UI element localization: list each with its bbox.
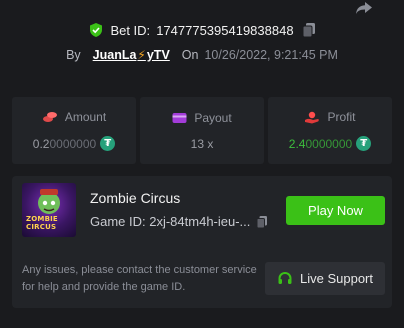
username-part-1: JuanLa — [92, 48, 137, 62]
stat-amount-value: 0.2 — [32, 136, 50, 151]
username-part-2: yTV — [146, 48, 170, 62]
stat-payout-label: Payout — [194, 110, 232, 125]
headset-icon — [278, 271, 292, 284]
live-support-button[interactable]: Live Support — [265, 262, 385, 295]
hand-coin-icon — [305, 111, 320, 123]
bet-details-page: Bet ID: 1747775395419838848 By JuanLa ⚡ … — [0, 0, 404, 328]
share-button[interactable] — [354, 0, 374, 16]
coins-icon — [42, 112, 57, 122]
support-notice: Any issues, please contact the customer … — [22, 264, 257, 293]
stat-amount-label: Amount — [64, 110, 107, 124]
game-card: ZOMBIE CIRCUS Zombie Circus Game ID: 2xj… — [12, 176, 392, 308]
bet-id-row: Bet ID: 1747775395419838848 — [0, 22, 404, 38]
bet-id-label: Bet ID: — [110, 22, 151, 38]
game-name: Zombie Circus — [90, 190, 181, 206]
game-thumb-title-1: ZOMBIE — [26, 215, 58, 223]
copy-bet-id-button[interactable] — [302, 22, 316, 38]
wallet-icon — [172, 112, 187, 123]
game-thumb-title-2: CIRCUS — [26, 223, 57, 231]
play-now-button[interactable]: Play Now — [286, 196, 385, 225]
copy-icon — [256, 215, 268, 228]
game-id-row: Game ID: 2xj-84tm4h-ieu-... — [90, 214, 268, 229]
stat-profit: Profit 2.40000000 ₮ — [268, 97, 392, 164]
stat-amount-value-dim: 0000000 — [49, 136, 97, 151]
bet-date: 10/26/2022, 9:21:45 PM — [204, 48, 338, 62]
username-link[interactable]: JuanLa ⚡ yTV — [93, 48, 170, 62]
share-icon — [356, 2, 372, 14]
lightning-icon: ⚡ — [137, 48, 146, 62]
game-thumbnail[interactable]: ZOMBIE CIRCUS — [22, 183, 76, 237]
stat-payout: Payout 13 x — [140, 97, 264, 164]
stat-profit-value: 2.4 — [288, 136, 306, 151]
live-support-label: Live Support — [300, 271, 373, 286]
copy-icon — [302, 23, 315, 38]
stat-profit-label: Profit — [327, 110, 356, 124]
verified-shield-icon — [88, 22, 104, 38]
on-label: On — [181, 48, 199, 62]
stat-payout-value: 13 x — [190, 136, 214, 151]
tether-icon: ₮ — [356, 136, 372, 151]
copy-game-id-button[interactable] — [256, 215, 268, 229]
author-row: By JuanLa ⚡ yTV On 10/26/2022, 9:21:45 P… — [0, 48, 404, 62]
bet-id-value: 1747775395419838848 — [156, 22, 294, 38]
stat-amount: Amount 0.20000000 ₮ — [12, 97, 136, 164]
tether-icon: ₮ — [100, 136, 116, 151]
game-id: Game ID: 2xj-84tm4h-ieu-... — [90, 214, 251, 229]
stat-profit-value-dim: 0000000 — [305, 136, 353, 151]
by-label: By — [66, 48, 81, 62]
stats-row: Amount 0.20000000 ₮ Payout 13 x Profit 2… — [12, 97, 392, 164]
